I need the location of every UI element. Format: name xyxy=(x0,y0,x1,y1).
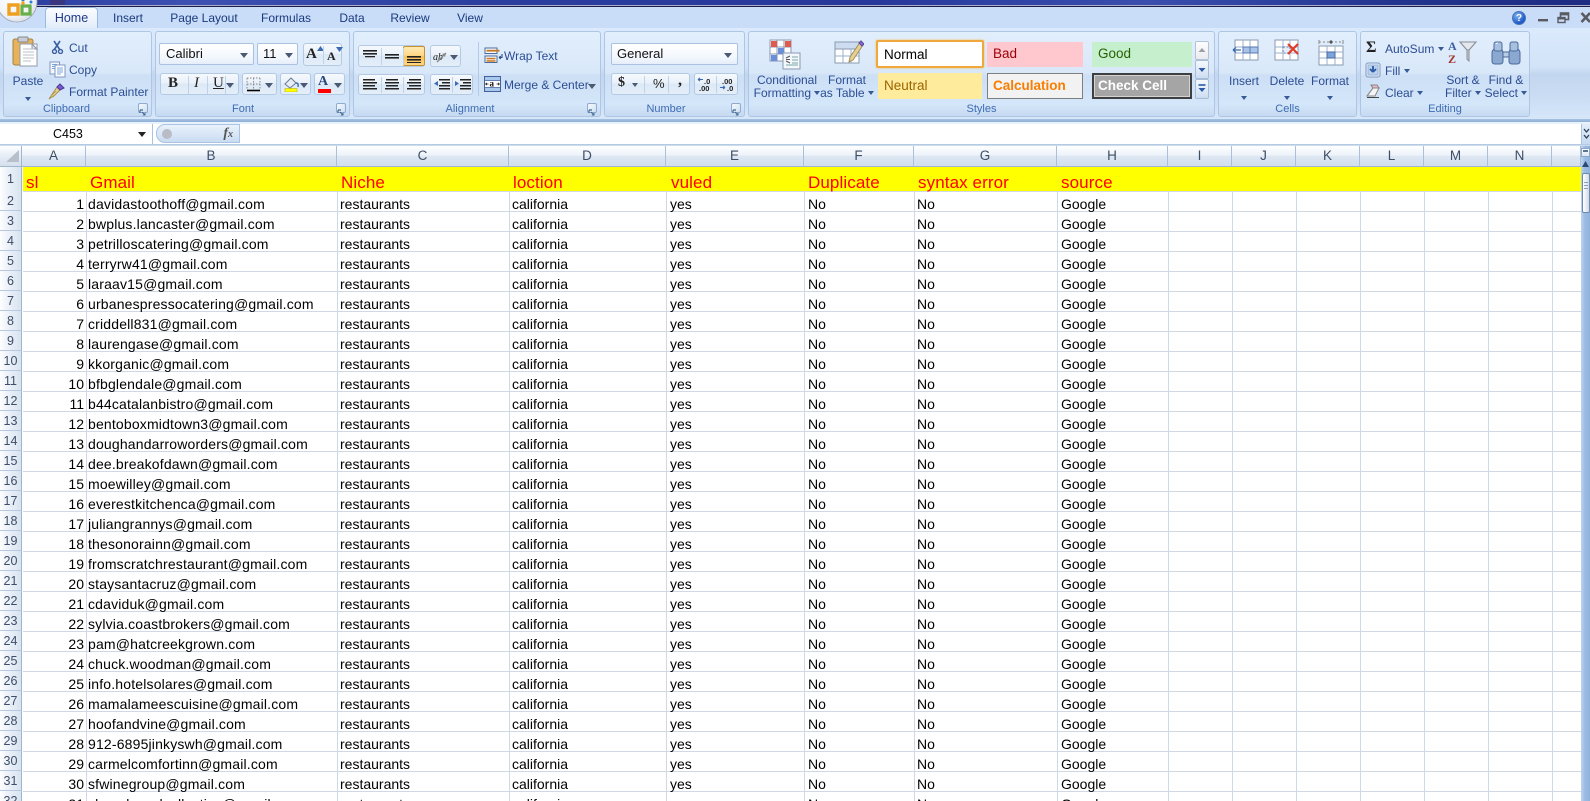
svg-text:a: a xyxy=(490,79,495,89)
svg-text:.00: .00 xyxy=(699,84,709,92)
svg-text:Z: Z xyxy=(1448,52,1456,65)
svg-text:.0: .0 xyxy=(727,84,733,92)
svg-text:A: A xyxy=(1448,39,1457,53)
